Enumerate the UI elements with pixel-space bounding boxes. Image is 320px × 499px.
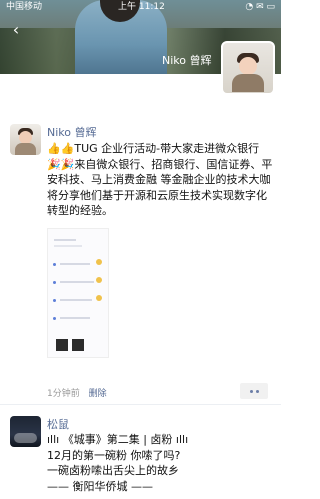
image-dot: [53, 299, 56, 302]
qr-code: [56, 339, 68, 351]
post-line: 12月的第一碗粉 你嗦了吗?: [47, 448, 181, 462]
post-avatar[interactable]: [10, 124, 41, 155]
post-text: 👍👍TUG 企业行活动-带大家走进微众银行 🎉🎉来自微众银行、招商银行、国信证券…: [47, 141, 273, 219]
post-line: ıllı 《城事》第二集 | 卤粉 ıllı: [47, 433, 189, 446]
image-dot: [53, 281, 56, 284]
status-bar: 中国移动 上午 11:12 ◔ ✉ ▭: [0, 0, 281, 14]
image-line: [60, 281, 94, 283]
back-icon[interactable]: ‹: [6, 20, 26, 40]
post-image[interactable]: [47, 228, 109, 358]
post-avatar[interactable]: [10, 416, 41, 447]
delete-link[interactable]: 删除: [89, 389, 107, 399]
post-line: 🎉🎉来自微众银行、招商银行、国信证券、平安科技、马上消费金融 等金融企业的技术大…: [47, 157, 273, 218]
image-avatar: [96, 277, 102, 283]
post-text: ıllı 《城事》第二集 | 卤粉 ıllı 12月的第一碗粉 你嗦了吗? 一碗…: [47, 432, 273, 494]
post-author[interactable]: 松鼠: [47, 416, 69, 432]
avatar-body: [15, 143, 36, 155]
image-line: [60, 299, 92, 301]
image-line: [54, 245, 82, 247]
more-actions-icon[interactable]: [240, 383, 268, 399]
post-meta: 1分钟前 删除: [47, 386, 107, 399]
post-line: 👍👍TUG 企业行活动-带大家走进微众银行: [47, 142, 260, 155]
time-label: 上午 11:12: [118, 2, 165, 12]
avatar-body: [232, 74, 264, 92]
image-avatar: [96, 259, 102, 265]
image-line: [54, 239, 76, 241]
image-dot: [53, 317, 56, 320]
cover-avatar[interactable]: [221, 41, 275, 95]
avatar-detail: [14, 433, 37, 443]
qr-code: [72, 339, 84, 351]
carrier-label: 中国移动: [6, 2, 43, 12]
post-line: —— 衡阳华侨城 ——: [47, 479, 153, 493]
divider: [0, 404, 281, 405]
post-author[interactable]: Niko 曾辉: [47, 124, 97, 140]
post-time: 1分钟前: [47, 389, 80, 399]
status-icons: ◔ ✉ ▭: [245, 2, 275, 12]
image-avatar: [96, 295, 102, 301]
image-line: [60, 317, 90, 319]
cover-user-name: Niko 曾辉: [162, 54, 212, 67]
image-line: [60, 263, 90, 265]
post-line: 一碗卤粉嗦出舌尖上的故乡: [47, 464, 179, 477]
image-dot: [53, 263, 56, 266]
avatar-face: [239, 57, 257, 75]
